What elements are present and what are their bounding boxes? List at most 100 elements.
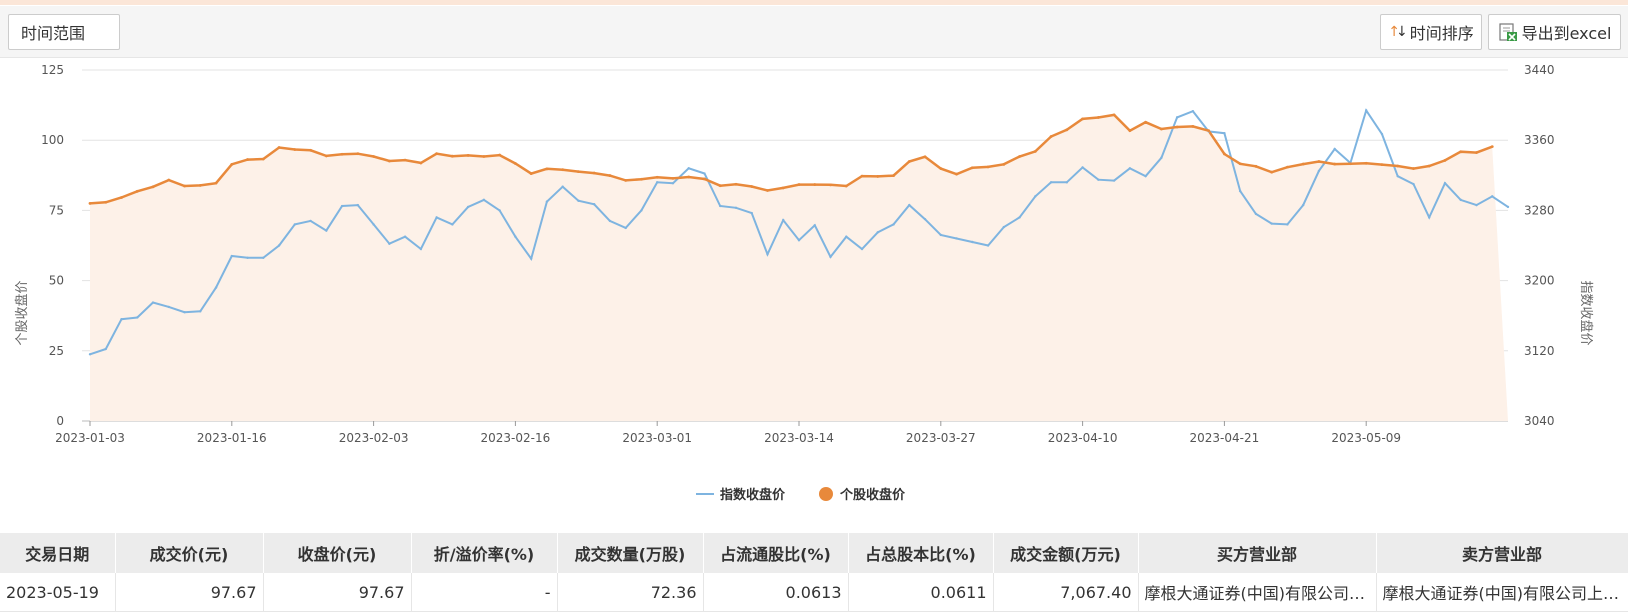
index-point[interactable] <box>325 229 328 232</box>
stock-point[interactable] <box>923 155 927 159</box>
stock-point[interactable] <box>1238 162 1242 166</box>
stock-point[interactable] <box>1065 128 1069 132</box>
stock-point[interactable] <box>1396 164 1400 168</box>
stock-point[interactable] <box>151 185 155 189</box>
stock-point[interactable] <box>482 155 486 158</box>
stock-point[interactable] <box>1002 162 1006 166</box>
stock-point[interactable] <box>466 153 470 157</box>
col-trade-price[interactable]: 成交价(元) <box>115 533 264 573</box>
col-seller[interactable]: 卖方营业部 <box>1376 533 1628 573</box>
stock-point[interactable] <box>687 175 691 179</box>
index-point[interactable] <box>1459 198 1462 202</box>
index-point[interactable] <box>1238 189 1242 193</box>
stock-point[interactable] <box>766 189 769 192</box>
index-point[interactable] <box>782 218 785 222</box>
stock-point[interactable] <box>1128 129 1132 133</box>
index-point[interactable] <box>592 203 596 206</box>
index-point[interactable] <box>703 172 706 175</box>
index-point[interactable] <box>1475 203 1478 207</box>
col-trade-volume[interactable]: 成交数量(万股) <box>557 533 704 573</box>
stock-point[interactable] <box>324 154 328 158</box>
index-point[interactable] <box>1049 181 1053 184</box>
stock-point[interactable] <box>1159 127 1163 131</box>
stock-point[interactable] <box>1144 120 1148 124</box>
stock-point[interactable] <box>1317 160 1321 163</box>
index-point[interactable] <box>892 223 895 226</box>
index-point[interactable] <box>577 199 580 202</box>
col-float-ratio[interactable]: 占流通股比(%) <box>703 533 849 573</box>
stock-point[interactable] <box>1364 161 1368 165</box>
stock-point[interactable] <box>860 174 864 178</box>
stock-point[interactable] <box>340 152 344 156</box>
stock-point[interactable] <box>498 153 502 157</box>
index-point[interactable] <box>1286 223 1289 226</box>
index-point[interactable] <box>1443 181 1447 185</box>
stock-point[interactable] <box>1443 159 1447 162</box>
cell-seller[interactable]: 摩根大通证券(中国)有限公司上海银城中路证券营业部 <box>1376 573 1628 612</box>
index-point[interactable] <box>1428 216 1431 219</box>
index-point[interactable] <box>435 216 438 219</box>
stock-point[interactable] <box>813 183 817 186</box>
index-point[interactable] <box>1491 195 1494 198</box>
stock-point[interactable] <box>1380 163 1384 167</box>
index-point[interactable] <box>1065 181 1069 184</box>
index-point[interactable] <box>624 226 627 230</box>
stock-point[interactable] <box>1459 150 1463 154</box>
index-point[interactable] <box>277 244 281 247</box>
index-point[interactable] <box>734 206 738 209</box>
index-point[interactable] <box>199 310 202 313</box>
legend-stock-label[interactable]: 个股收盘价 <box>839 487 906 503</box>
stock-point[interactable] <box>1207 129 1211 133</box>
stock-point[interactable] <box>970 166 974 170</box>
stock-point[interactable] <box>356 152 360 156</box>
stock-point[interactable] <box>624 178 628 182</box>
stock-point[interactable] <box>1475 151 1478 154</box>
col-premium-rate[interactable]: 折/溢价率(%) <box>411 533 558 573</box>
stock-point[interactable] <box>88 201 92 205</box>
stock-point[interactable] <box>986 165 990 169</box>
index-point[interactable] <box>293 223 297 226</box>
stock-point[interactable] <box>1096 116 1100 119</box>
index-point[interactable] <box>514 235 517 238</box>
stock-point[interactable] <box>640 177 643 181</box>
export-excel-button[interactable]: 导出到excel <box>1488 14 1621 50</box>
index-point[interactable] <box>1128 167 1132 170</box>
stock-point[interactable] <box>261 157 265 161</box>
col-trade-date[interactable]: 交易日期 <box>0 533 116 573</box>
index-point[interactable] <box>656 181 659 184</box>
index-point[interactable] <box>1254 212 1258 216</box>
stock-point[interactable] <box>372 155 375 158</box>
stock-point[interactable] <box>592 171 596 175</box>
stock-point[interactable] <box>1112 113 1116 117</box>
index-point[interactable] <box>640 209 643 212</box>
stock-point[interactable] <box>955 172 958 176</box>
index-point[interactable] <box>1144 174 1147 178</box>
stock-point[interactable] <box>529 172 533 176</box>
stock-point[interactable] <box>734 182 738 186</box>
index-point[interactable] <box>1317 169 1321 173</box>
index-point[interactable] <box>1506 205 1510 209</box>
index-point[interactable] <box>719 204 722 208</box>
index-point[interactable] <box>908 203 911 207</box>
col-total-ratio[interactable]: 占总股本比(%) <box>848 533 994 573</box>
index-point[interactable] <box>1270 222 1273 225</box>
stock-point[interactable] <box>1033 150 1037 153</box>
index-point[interactable] <box>246 256 249 259</box>
stock-point[interactable] <box>120 196 123 199</box>
index-point[interactable] <box>183 310 186 314</box>
stock-point[interactable] <box>1349 162 1352 166</box>
index-point[interactable] <box>1097 178 1100 181</box>
index-point[interactable] <box>923 217 927 221</box>
index-point[interactable] <box>482 198 486 202</box>
stock-point[interactable] <box>135 189 139 193</box>
index-point[interactable] <box>529 257 533 260</box>
index-point[interactable] <box>104 347 107 351</box>
index-point[interactable] <box>372 223 375 226</box>
index-point[interactable] <box>1365 109 1368 112</box>
stock-point[interactable] <box>577 170 580 174</box>
stock-point[interactable] <box>246 158 249 161</box>
stock-point[interactable] <box>403 158 407 162</box>
col-close-price[interactable]: 收盘价(元) <box>263 533 412 573</box>
stock-point[interactable] <box>293 148 297 151</box>
index-point[interactable] <box>136 316 139 319</box>
